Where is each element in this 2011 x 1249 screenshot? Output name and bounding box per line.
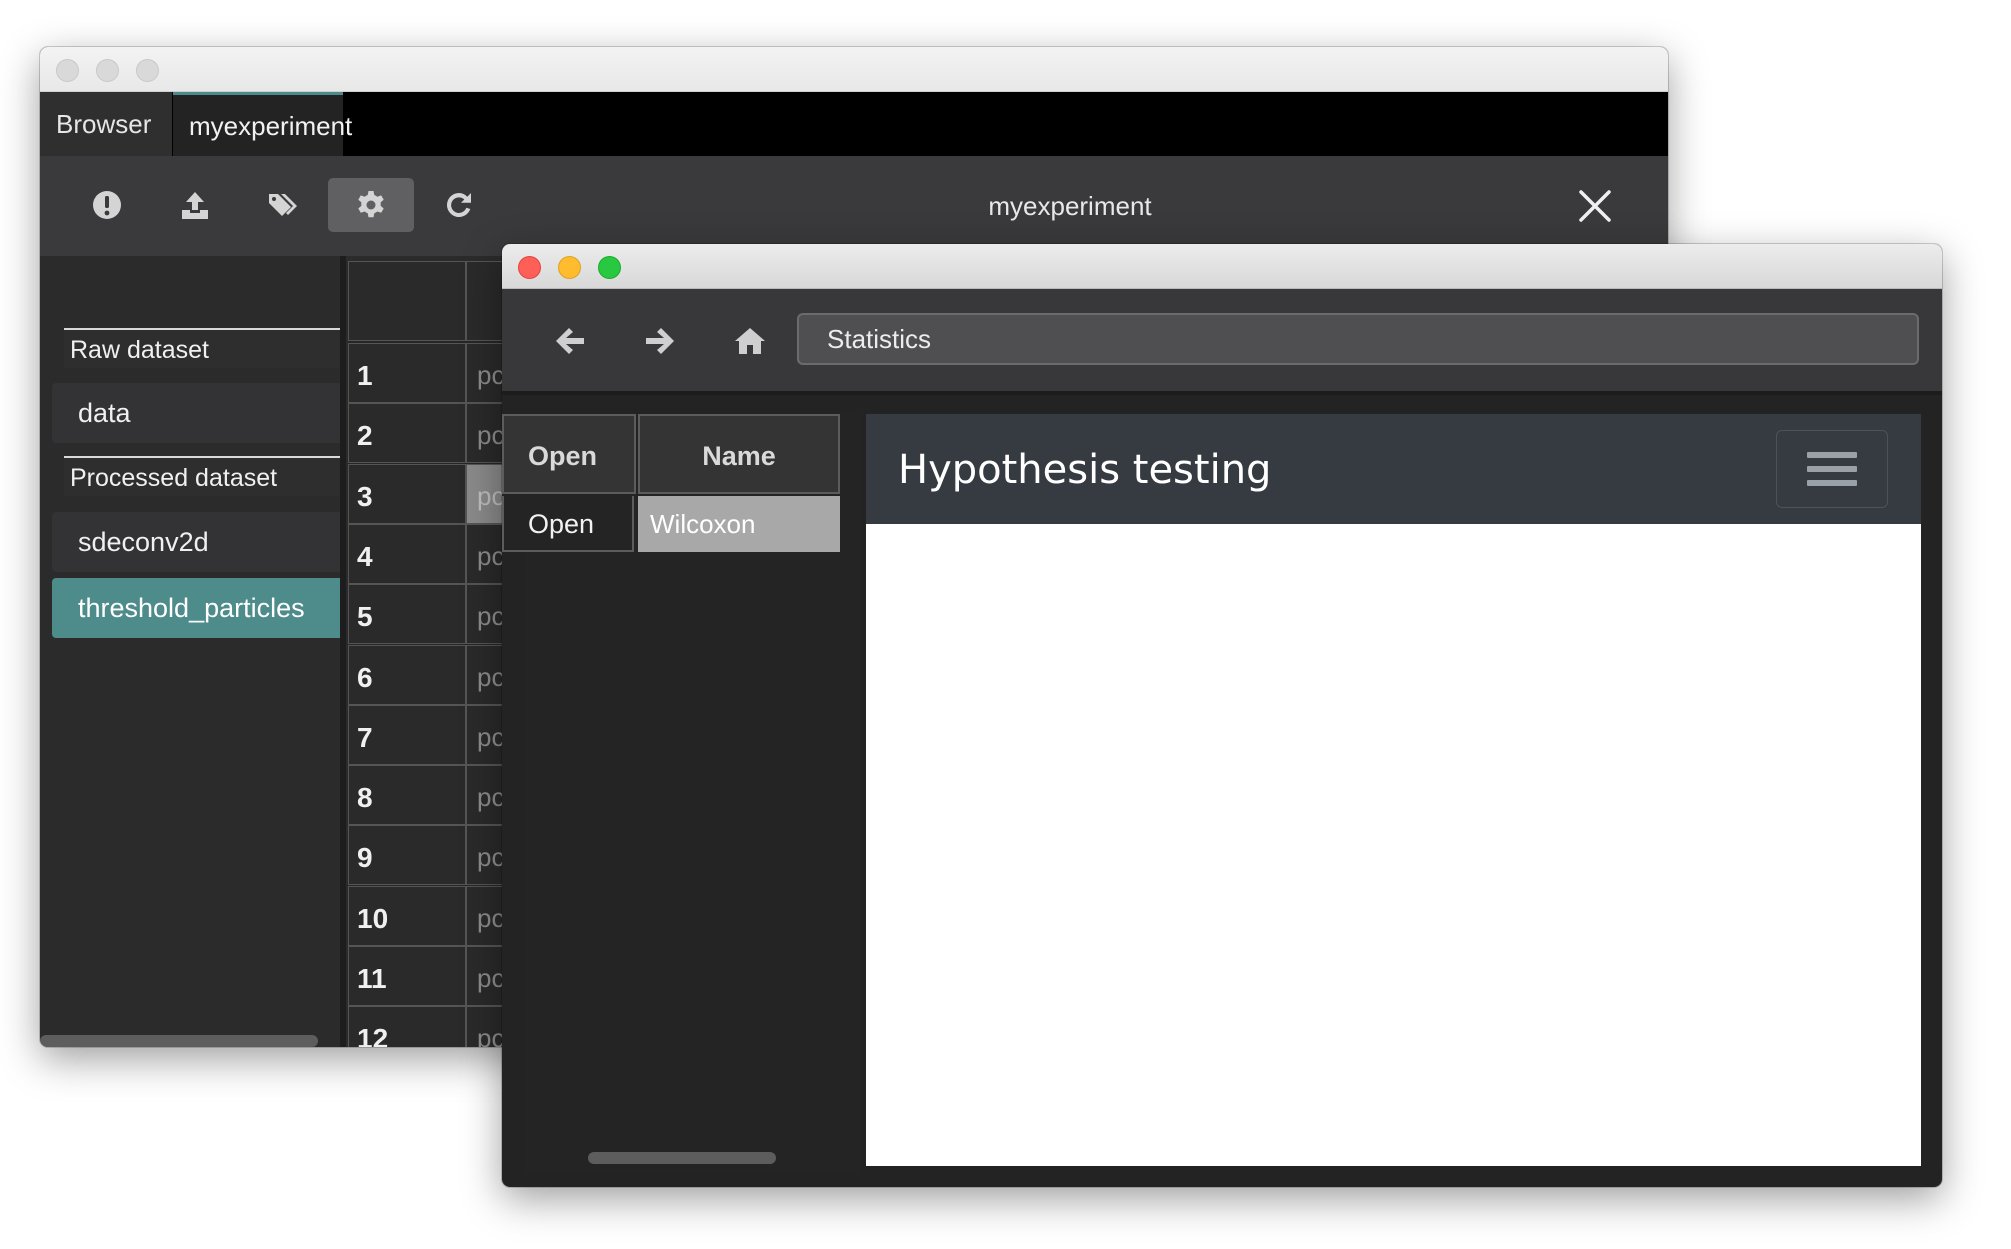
row-header[interactable]: 11 [348, 946, 466, 1006]
row-header[interactable]: 10 [348, 885, 466, 946]
tags-icon [269, 194, 297, 216]
row-header[interactable]: 9 [348, 825, 466, 886]
window-minimize-button[interactable] [96, 59, 119, 82]
tab-myexperiment[interactable]: myexperiment [173, 92, 352, 156]
address-bar[interactable]: Statistics [797, 313, 1919, 365]
tags-button[interactable] [240, 178, 326, 232]
back-button[interactable] [548, 319, 592, 363]
row-header[interactable]: 5 [348, 584, 466, 645]
hamburger-bar [1807, 480, 1857, 486]
navbar-separator [502, 391, 1942, 395]
row-header[interactable]: 3 [348, 463, 466, 524]
hamburger-bar [1807, 466, 1857, 472]
refresh-button[interactable] [416, 178, 502, 232]
home-button[interactable] [728, 319, 772, 363]
tab-bar: Browser myexperiment [40, 92, 1668, 156]
exclamation-icon [93, 191, 121, 219]
title-bar[interactable] [40, 47, 1668, 92]
menu-button[interactable] [1776, 430, 1888, 508]
title-bar[interactable] [502, 244, 1942, 289]
section-header-raw: Raw dataset [64, 328, 340, 368]
info-button[interactable] [64, 178, 150, 232]
content-header: Hypothesis testing [866, 414, 1921, 524]
home-icon [735, 328, 765, 354]
dataset-sidebar: Raw dataset data Processed dataset sdeco… [40, 256, 340, 1047]
upload-button[interactable] [152, 178, 238, 232]
section-header-processed: Processed dataset [64, 456, 340, 496]
column-header-open[interactable]: Open [502, 414, 636, 494]
page-title: Hypothesis testing [898, 447, 1272, 493]
row-header[interactable]: 4 [348, 523, 466, 584]
column-header-name[interactable]: Name [638, 414, 840, 494]
sidebar-item-data[interactable]: data [52, 383, 340, 443]
window-close-button[interactable] [518, 256, 541, 279]
content-panel: Hypothesis testing [866, 414, 1921, 1166]
forward-button[interactable] [638, 319, 682, 363]
arrow-right-icon [646, 328, 674, 354]
tab-browser[interactable]: Browser [40, 92, 172, 156]
statistics-window: Statistics Open Name Open Wilcoxon Hypot… [502, 244, 1942, 1187]
upload-icon [182, 192, 208, 219]
navigation-bar: Statistics [502, 289, 1942, 391]
row-header[interactable]: 6 [348, 644, 466, 705]
refresh-icon [446, 192, 471, 217]
window-close-button[interactable] [56, 59, 79, 82]
sidebar-scrollbar[interactable] [40, 1035, 318, 1047]
row-header[interactable]: 8 [348, 765, 466, 826]
row-header[interactable]: 12 [348, 1006, 466, 1047]
name-cell[interactable]: Wilcoxon [638, 496, 840, 552]
toolbar-title: myexperiment [988, 191, 1152, 221]
close-icon[interactable] [1575, 186, 1615, 226]
row-header[interactable]: 7 [348, 704, 466, 765]
settings-button[interactable] [328, 178, 414, 232]
hamburger-icon [1807, 452, 1857, 458]
toolbar: myexperiment [40, 156, 1668, 256]
sidebar-item-threshold-particles[interactable]: threshold_particles [52, 578, 340, 638]
window-minimize-button[interactable] [558, 256, 581, 279]
row-header[interactable]: 1 [348, 343, 466, 403]
window-zoom-button[interactable] [598, 256, 621, 279]
window-zoom-button[interactable] [136, 59, 159, 82]
grid-corner-cell[interactable] [348, 261, 466, 341]
table-scrollbar[interactable] [588, 1152, 776, 1164]
sidebar-item-sdeconv2d[interactable]: sdeconv2d [52, 512, 340, 572]
row-header[interactable]: 2 [348, 403, 466, 464]
arrow-left-icon [556, 328, 584, 354]
gear-icon [358, 191, 384, 218]
open-cell[interactable]: Open [502, 496, 634, 552]
test-table: Open Name Open Wilcoxon [502, 414, 862, 1174]
pane-divider[interactable] [340, 256, 346, 1047]
